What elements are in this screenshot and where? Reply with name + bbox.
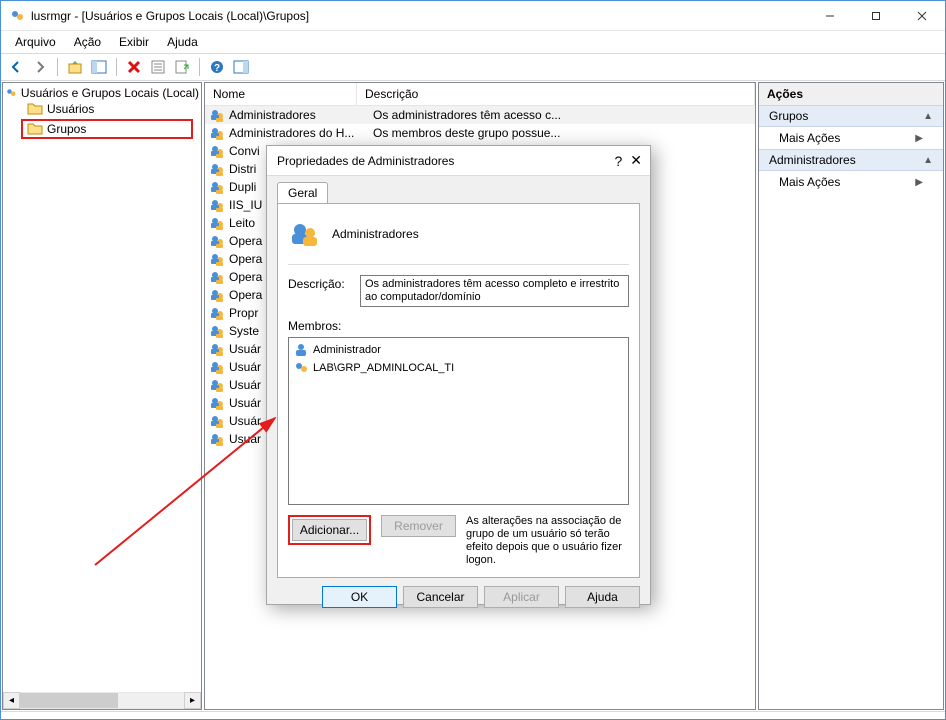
dialog-title: Propriedades de Administradores (277, 154, 454, 168)
action-more-label: Mais Ações (779, 131, 840, 145)
chevron-right-icon: ▶ (915, 177, 923, 188)
menu-file[interactable]: Arquivo (7, 33, 64, 51)
tree-item-users[interactable]: Usuários (5, 101, 199, 117)
help-button[interactable]: Ajuda (565, 586, 640, 608)
members-label: Membros: (288, 319, 629, 333)
membership-note: As alterações na associação de grupo de … (466, 515, 629, 567)
collapse-icon: ▲ (923, 111, 933, 122)
statusbar (1, 711, 945, 719)
svg-text:?: ? (214, 63, 220, 74)
dialog-titlebar: Propriedades de Administradores ? ✕ (267, 146, 650, 176)
app-icon (9, 8, 25, 24)
help-button[interactable]: ? (206, 56, 228, 78)
window-title: lusrmgr - [Usuários e Grupos Locais (Loc… (31, 9, 309, 23)
tree-label-users: Usuários (47, 102, 94, 116)
action-section-groups[interactable]: Grupos ▲ (759, 105, 943, 127)
scroll-left-button[interactable]: ◂ (3, 692, 20, 709)
menu-help[interactable]: Ajuda (159, 33, 206, 51)
show-hide-tree-button[interactable] (88, 56, 110, 78)
member-name: LAB\GRP_ADMINLOCAL_TI (313, 362, 454, 374)
close-button[interactable] (899, 1, 945, 31)
row-desc: Os administradores têm acesso c... (373, 108, 751, 122)
menubar: Arquivo Ação Exibir Ajuda (1, 31, 945, 54)
scroll-track[interactable] (20, 692, 184, 709)
list-header: Nome Descrição (205, 83, 755, 106)
actions-title: Ações (759, 83, 943, 105)
refresh-button[interactable] (147, 56, 169, 78)
members-listbox[interactable]: Administrador LAB\GRP_ADMINLOCAL_TI (288, 337, 629, 505)
forward-button[interactable] (29, 56, 51, 78)
action-section-admins[interactable]: Administradores ▲ (759, 149, 943, 171)
ok-button[interactable]: OK (322, 586, 397, 608)
group-large-icon (288, 218, 320, 250)
list-row[interactable]: Administradores do H... Os membros deste … (205, 124, 755, 142)
maximize-button[interactable] (853, 1, 899, 31)
tab-general[interactable]: Geral (277, 182, 328, 203)
action-more-label: Mais Ações (779, 175, 840, 189)
up-button[interactable] (64, 56, 86, 78)
list-row[interactable]: Administradores Os administradores têm ac… (205, 106, 755, 124)
toolbar-divider (116, 58, 117, 76)
toolbar-divider (57, 58, 58, 76)
desc-label: Descrição: (288, 275, 352, 291)
dialog-close-button[interactable]: ✕ (630, 152, 642, 169)
row-name: Administradores (229, 108, 369, 122)
member-item[interactable]: LAB\GRP_ADMINLOCAL_TI (293, 359, 624, 377)
action-section-label: Administradores (769, 153, 856, 167)
tree-label-groups: Grupos (47, 122, 86, 136)
show-actions-button[interactable] (230, 56, 252, 78)
member-item[interactable]: Administrador (293, 341, 624, 359)
scroll-right-button[interactable]: ▸ (184, 692, 201, 709)
actions-panel: Ações Grupos ▲ Mais Ações ▶ Administrado… (758, 82, 944, 710)
add-button[interactable]: Adicionar... (292, 519, 367, 541)
desc-textbox[interactable]: Os administradores têm acesso completo e… (360, 275, 629, 307)
help-icon[interactable]: ? (614, 153, 622, 169)
delete-button[interactable] (123, 56, 145, 78)
row-desc: Os membros deste grupo possue... (373, 126, 751, 140)
action-section-label: Grupos (769, 109, 808, 123)
toolbar-divider (199, 58, 200, 76)
scroll-thumb[interactable] (20, 693, 118, 708)
column-name[interactable]: Nome (205, 83, 357, 105)
group-name: Administradores (332, 227, 419, 241)
action-more-admins[interactable]: Mais Ações ▶ (759, 171, 943, 193)
folder-icon (27, 101, 43, 117)
tree-item-groups[interactable]: Grupos (21, 119, 193, 139)
add-button-highlight: Adicionar... (288, 515, 371, 545)
lusrmgr-icon (5, 85, 17, 101)
remove-button: Remover (381, 515, 456, 537)
toolbar: ? (1, 54, 945, 81)
properties-dialog: Propriedades de Administradores ? ✕ Gera… (266, 145, 651, 605)
chevron-right-icon: ▶ (915, 133, 923, 144)
tree-panel: Usuários e Grupos Locais (Local) Usuário… (2, 82, 202, 710)
scrollbar[interactable]: ◂ ▸ (3, 692, 201, 709)
collapse-icon: ▲ (923, 155, 933, 166)
column-desc[interactable]: Descrição (357, 83, 755, 105)
menu-view[interactable]: Exibir (111, 33, 157, 51)
row-name: Administradores do H... (229, 126, 369, 140)
action-more-groups[interactable]: Mais Ações ▶ (759, 127, 943, 149)
tree-root[interactable]: Usuários e Grupos Locais (Local) (5, 85, 199, 101)
minimize-button[interactable] (807, 1, 853, 31)
cancel-button[interactable]: Cancelar (403, 586, 478, 608)
titlebar: lusrmgr - [Usuários e Grupos Locais (Loc… (1, 1, 945, 31)
member-name: Administrador (313, 344, 381, 356)
folder-icon (27, 121, 43, 137)
tree-root-label: Usuários e Grupos Locais (Local) (21, 86, 199, 100)
apply-button: Aplicar (484, 586, 559, 608)
export-button[interactable] (171, 56, 193, 78)
back-button[interactable] (5, 56, 27, 78)
menu-action[interactable]: Ação (66, 33, 109, 51)
